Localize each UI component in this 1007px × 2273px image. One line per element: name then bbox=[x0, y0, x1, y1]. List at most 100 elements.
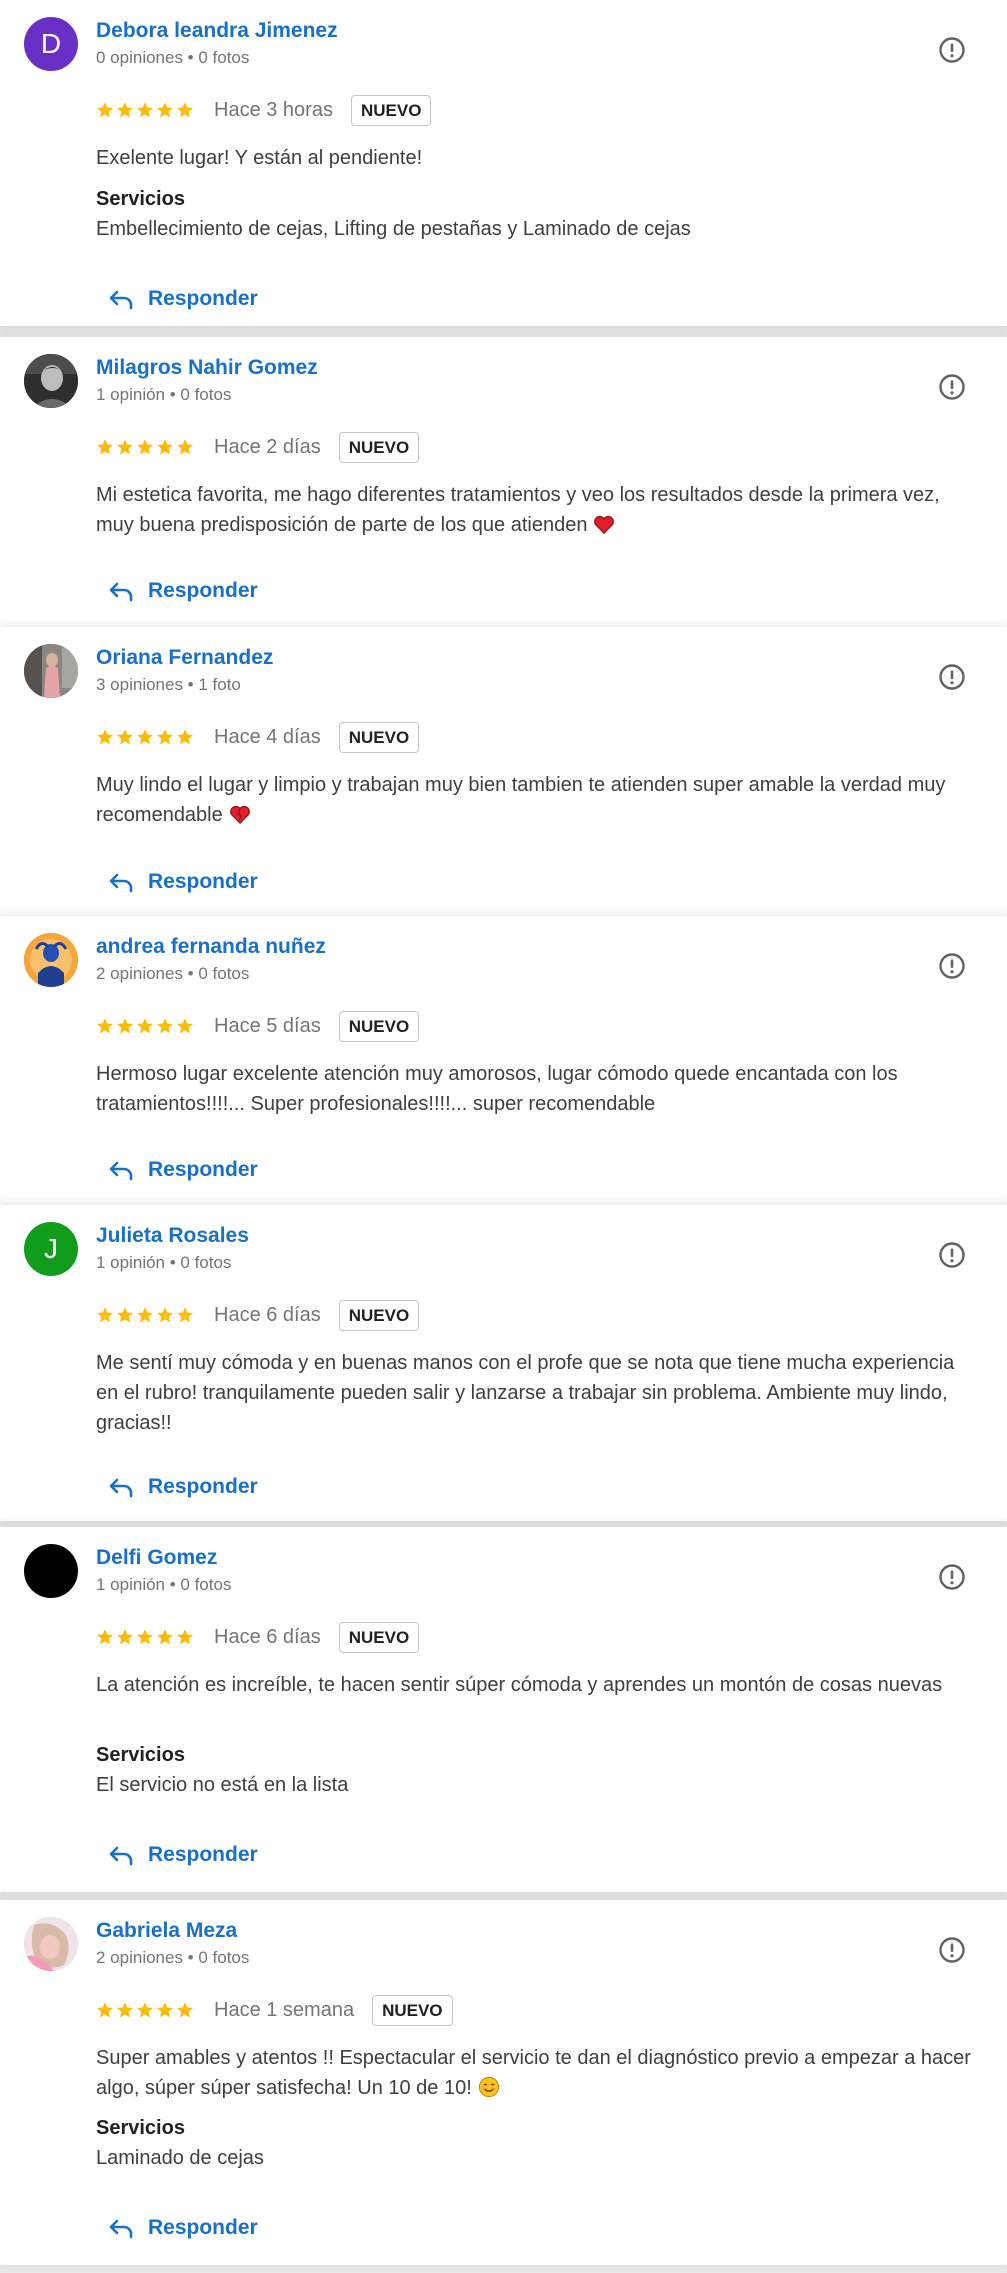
reply-label: Responder bbox=[148, 1158, 258, 1181]
new-badge: NUEVO bbox=[338, 721, 420, 753]
reply-button[interactable]: Responder bbox=[108, 1843, 258, 1867]
review-time: Hace 3 horas bbox=[214, 98, 333, 121]
review-text: Me sentí muy cómoda y en buenas manos co… bbox=[96, 1352, 955, 1434]
new-badge: NUEVO bbox=[338, 1010, 420, 1042]
reviewer-name[interactable]: Delfi Gomez bbox=[96, 1546, 217, 1570]
reply-button[interactable]: Responder bbox=[108, 2216, 258, 2240]
review-time: Hace 6 días bbox=[214, 1303, 321, 1326]
heart-icon bbox=[594, 515, 615, 534]
rating-row: Hace 2 días NUEVO bbox=[96, 429, 420, 465]
star-icon bbox=[97, 439, 113, 455]
star-icon bbox=[177, 1307, 193, 1323]
reply-button[interactable]: Responder bbox=[108, 287, 258, 311]
review-card: J Julieta Rosales 1 opinión • 0 fotos Ha… bbox=[0, 1205, 1007, 1521]
avatar[interactable] bbox=[24, 644, 78, 698]
report-icon[interactable] bbox=[938, 36, 966, 64]
star-icon bbox=[137, 1307, 153, 1323]
rating-row: Hace 6 días NUEVO bbox=[96, 1297, 420, 1333]
star-icon bbox=[117, 102, 133, 118]
reviewer-meta: 1 opinión • 0 fotos bbox=[96, 1253, 232, 1272]
review-text: Super amables y atentos !! Espectacular … bbox=[96, 2047, 971, 2099]
services-value: El servicio no está en la lista bbox=[96, 1774, 349, 1796]
reviewer-name[interactable]: Milagros Nahir Gomez bbox=[96, 356, 318, 380]
star-icon bbox=[157, 102, 173, 118]
reply-label: Responder bbox=[148, 1843, 258, 1866]
avatar[interactable]: J bbox=[24, 1222, 78, 1276]
services-value: Laminado de cejas bbox=[96, 2147, 264, 2169]
star-icon bbox=[97, 1018, 113, 1034]
reply-icon bbox=[109, 1161, 133, 1181]
star-icon bbox=[137, 2002, 153, 2018]
review-text: Muy lindo el lugar y limpio y trabajan m… bbox=[96, 774, 946, 826]
rating-row: Hace 3 horas NUEVO bbox=[96, 92, 432, 128]
star-icon bbox=[177, 2002, 193, 2018]
report-icon[interactable] bbox=[938, 1563, 966, 1591]
report-icon[interactable] bbox=[938, 1936, 966, 1964]
reviewer-name[interactable]: Julieta Rosales bbox=[96, 1224, 249, 1248]
review-card: Gabriela Meza 2 opiniones • 0 fotos Hace… bbox=[0, 1900, 1007, 2265]
avatar[interactable] bbox=[24, 1544, 78, 1598]
reviewer-meta: 3 opiniones • 1 foto bbox=[96, 675, 241, 694]
avatar[interactable] bbox=[24, 933, 78, 987]
star-icon bbox=[117, 2002, 133, 2018]
star-icon bbox=[97, 1307, 113, 1323]
star-icon bbox=[137, 439, 153, 455]
star-icon bbox=[117, 439, 133, 455]
heart-icon bbox=[229, 805, 250, 824]
star-icon bbox=[117, 1307, 133, 1323]
reply-button[interactable]: Responder bbox=[108, 870, 258, 894]
reply-label: Responder bbox=[148, 1475, 258, 1498]
star-icon bbox=[157, 2002, 173, 2018]
review-text: Mi estetica favorita, me hago diferentes… bbox=[96, 484, 940, 536]
star-icon bbox=[97, 1629, 113, 1645]
reviewer-name[interactable]: Gabriela Meza bbox=[96, 1919, 237, 1943]
reply-button[interactable]: Responder bbox=[108, 579, 258, 603]
review-card: andrea fernanda nuñez 2 opiniones • 0 fo… bbox=[0, 916, 1007, 1205]
review-time: Hace 2 días bbox=[214, 435, 321, 458]
reply-button[interactable]: Responder bbox=[108, 1158, 258, 1182]
report-icon[interactable] bbox=[938, 1241, 966, 1269]
report-icon[interactable] bbox=[938, 952, 966, 980]
services-label: Servicios bbox=[96, 2117, 185, 2139]
rating-row: Hace 6 días NUEVO bbox=[96, 1619, 420, 1655]
star-rating bbox=[96, 728, 194, 746]
avatar[interactable] bbox=[24, 1917, 78, 1971]
star-icon bbox=[117, 729, 133, 745]
reviewer-name[interactable]: andrea fernanda nuñez bbox=[96, 935, 326, 959]
avatar[interactable] bbox=[24, 354, 78, 408]
review-card: Oriana Fernandez 3 opiniones • 1 foto Ha… bbox=[0, 627, 1007, 916]
new-badge: NUEVO bbox=[338, 1621, 420, 1653]
star-icon bbox=[177, 1629, 193, 1645]
star-icon bbox=[157, 1307, 173, 1323]
reply-button[interactable]: Responder bbox=[108, 1475, 258, 1499]
star-icon bbox=[157, 729, 173, 745]
reply-icon bbox=[109, 1846, 133, 1866]
reviewer-name[interactable]: Debora leandra Jimenez bbox=[96, 19, 338, 43]
reply-icon bbox=[109, 582, 133, 602]
report-icon[interactable] bbox=[938, 663, 966, 691]
new-badge: NUEVO bbox=[338, 1299, 420, 1331]
profile-photo bbox=[24, 933, 78, 987]
reviewer-meta: 1 opinión • 0 fotos bbox=[96, 1575, 232, 1594]
review-card: D Debora leandra Jimenez 0 opiniones • 0… bbox=[0, 0, 1007, 326]
star-icon bbox=[117, 1629, 133, 1645]
rating-row: Hace 5 días NUEVO bbox=[96, 1008, 420, 1044]
profile-photo bbox=[24, 644, 78, 698]
reviewer-meta: 1 opinión • 0 fotos bbox=[96, 385, 232, 404]
star-icon bbox=[177, 1018, 193, 1034]
review-time: Hace 4 días bbox=[214, 725, 321, 748]
reply-icon bbox=[109, 290, 133, 310]
report-icon[interactable] bbox=[938, 373, 966, 401]
rating-row: Hace 4 días NUEVO bbox=[96, 719, 420, 755]
services-value: Embellecimiento de cejas, Lifting de pes… bbox=[96, 218, 691, 240]
star-icon bbox=[137, 1629, 153, 1645]
review-text: Exelente lugar! Y están al pendiente! bbox=[96, 147, 423, 169]
avatar[interactable]: D bbox=[24, 17, 78, 71]
star-rating bbox=[96, 2001, 194, 2019]
star-icon bbox=[117, 1018, 133, 1034]
profile-photo bbox=[24, 354, 78, 408]
reviewer-name[interactable]: Oriana Fernandez bbox=[96, 646, 273, 670]
star-icon bbox=[157, 439, 173, 455]
review-card: Delfi Gomez 1 opinión • 0 fotos Hace 6 d… bbox=[0, 1527, 1007, 1892]
star-rating bbox=[96, 1306, 194, 1324]
